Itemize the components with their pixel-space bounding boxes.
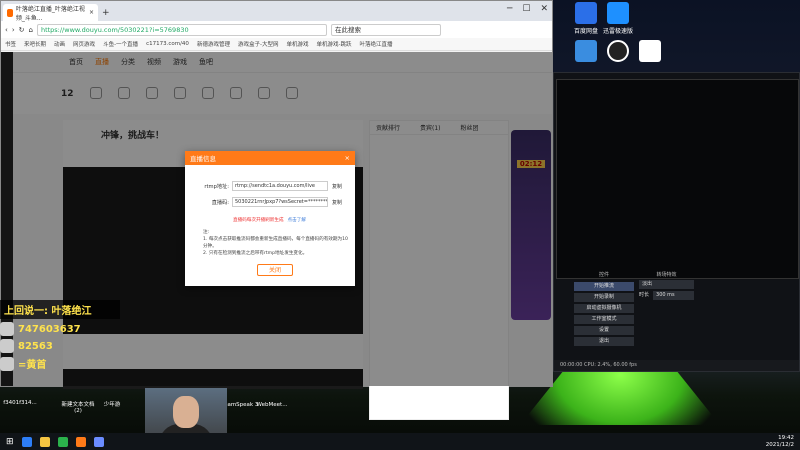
- code-field[interactable]: 5030221rnrJpxp7?wsSecret=**********: [232, 197, 328, 207]
- stream-info-dialog: 直播信息 × rtmp地址: rtmp://sendtc1a.douyu.com…: [185, 151, 355, 286]
- obs-controls: 控件 开始推流 开始录制 启动虚拟摄像机 工作室模式 设置 退出: [574, 271, 634, 348]
- avatar: [0, 356, 14, 371]
- search-input[interactable]: 在此搜索: [330, 23, 441, 36]
- avatar: [0, 339, 14, 353]
- virtual-camera-button[interactable]: 启动虚拟摄像机: [574, 304, 634, 313]
- rtmp-field[interactable]: rtmp://sendtc1a.douyu.com/live: [232, 181, 328, 191]
- obs-preview: [556, 79, 799, 279]
- bookmark-item[interactable]: 叶落绝江直播: [359, 40, 392, 48]
- desktop-file-label[interactable]: WebMeet...: [252, 402, 292, 408]
- rtmp-label: rtmp地址:: [204, 183, 229, 190]
- desktop-file-label[interactable]: 少年游: [92, 400, 132, 408]
- duration-input[interactable]: 300 ms: [653, 291, 694, 300]
- desktop-icon-app5[interactable]: [630, 40, 670, 64]
- start-stream-button[interactable]: 开始推流: [574, 282, 634, 291]
- bookmark-item[interactable]: 斗鱼-一个直播: [103, 40, 138, 48]
- start-record-button[interactable]: 开始录制: [574, 293, 634, 302]
- overlay-value: 82563: [18, 340, 53, 352]
- clock-date: 2021/12/2: [765, 442, 794, 448]
- copy-rtmp-button[interactable]: 复制: [332, 183, 342, 190]
- copy-code-button[interactable]: 复制: [332, 199, 342, 206]
- avatar: [0, 322, 14, 336]
- overlay-line: 82563: [0, 339, 120, 353]
- close-icon[interactable]: ×: [89, 9, 94, 16]
- code-label: 直播码:: [211, 199, 229, 206]
- edge-icon[interactable]: [21, 436, 32, 447]
- home-icon[interactable]: ⌂: [29, 26, 33, 34]
- close-window-icon[interactable]: ✕: [540, 4, 548, 14]
- new-tab-icon[interactable]: +: [102, 8, 110, 18]
- close-icon[interactable]: ×: [345, 154, 350, 162]
- taskbar: ⊞ 19:42 2021/12/2: [0, 433, 800, 450]
- bookmark-item[interactable]: 来吧长期: [24, 40, 46, 48]
- transition-select[interactable]: 淡出: [639, 280, 694, 289]
- person-face: [173, 396, 199, 428]
- obs-status-bar: 00:00:00 CPU: 2.4%, 60.00 fps: [554, 360, 799, 371]
- dialog-title: 直播信息: [190, 155, 216, 163]
- tab-bar: 叶落绝江直播_叶落绝江视频_斗鱼... × +: [1, 1, 552, 22]
- note-2: 2. 只有在检测到推流之后带有rtmp地址发生变化。: [203, 251, 308, 256]
- transitions-title: 转场特效: [656, 272, 677, 278]
- obs-transitions: 转场特效 淡出 时长 300 ms: [639, 271, 694, 300]
- douyu-favicon-icon: [7, 8, 13, 17]
- bookmark-item[interactable]: 书签: [5, 40, 16, 48]
- lightning-icon: [639, 40, 661, 62]
- note-1: 1. 每次点击获取推流码都会重新生成直播码，每个直播码的有效期为10分钟。: [203, 237, 348, 249]
- overlay-title: 上回说一: 叶落绝江: [0, 300, 120, 319]
- browser-tab[interactable]: 叶落绝江直播_叶落绝江视频_斗鱼... ×: [3, 4, 98, 22]
- xunlei-icon: [607, 2, 629, 24]
- folder-icon[interactable]: [39, 436, 50, 447]
- address-bar: ‹ › ↻ ⌂ https://www.douyu.com/5030221?i=…: [1, 21, 552, 38]
- refresh-icon[interactable]: ↻: [19, 26, 25, 34]
- system-clock[interactable]: 19:42 2021/12/2: [766, 435, 794, 449]
- minimize-icon[interactable]: ─: [507, 4, 512, 14]
- studio-mode-button[interactable]: 工作室模式: [574, 315, 634, 324]
- code-row: 直播码: 5030221rnrJpxp7?wsSecret=**********…: [203, 197, 342, 207]
- desktop-icon-label: 百度网盘: [573, 28, 598, 35]
- app-icon[interactable]: [93, 436, 104, 447]
- dialog-notes: 注: 1. 每次点击获取推流码都会重新生成直播码，每个直播码的有效期为10分钟。…: [203, 229, 348, 257]
- desktop-file-label[interactable]: f3401f314...: [0, 400, 40, 406]
- obs-window: 控件 开始推流 开始录制 启动虚拟摄像机 工作室模式 设置 退出 转场特效 淡出…: [553, 72, 800, 372]
- exit-button[interactable]: 退出: [574, 337, 634, 346]
- overlay-value: =黄首: [18, 360, 47, 371]
- bookmark-item[interactable]: c17173.com/40: [146, 41, 189, 47]
- dialog-header: 直播信息 ×: [185, 151, 355, 165]
- app-icon: [575, 40, 597, 62]
- close-button[interactable]: 关闭: [257, 264, 293, 276]
- bookmark-item[interactable]: 单机游戏: [286, 40, 308, 48]
- obs-icon: [607, 40, 629, 62]
- duration-label: 时长: [639, 292, 650, 298]
- desktop-icon-xunlei[interactable]: 迅雷极速版: [598, 2, 638, 35]
- overlay-line: =黄首: [0, 356, 120, 371]
- baidu-disk-icon: [575, 2, 597, 24]
- note-title: 注:: [203, 230, 210, 235]
- forward-icon[interactable]: ›: [12, 26, 15, 34]
- bookmark-item[interactable]: 游戏盒子-大型网: [238, 40, 279, 48]
- url-input[interactable]: https://www.douyu.com/5030221?i=5769830: [36, 23, 327, 36]
- bookmark-item[interactable]: 新德游戏管理: [197, 40, 230, 48]
- learn-more-link[interactable]: 点击了解: [288, 218, 306, 223]
- rtmp-row: rtmp地址: rtmp://sendtc1a.douyu.com/live 复…: [203, 181, 342, 191]
- stream-overlay: 上回说一: 叶落绝江 747603637 82563 =黄首: [0, 300, 120, 371]
- controls-title: 控件: [598, 272, 609, 278]
- bookmark-item[interactable]: 动画: [54, 40, 65, 48]
- windows-start-icon[interactable]: ⊞: [6, 437, 14, 447]
- settings-button[interactable]: 设置: [574, 326, 634, 335]
- tab-title: 叶落绝江直播_叶落绝江视频_斗鱼...: [15, 5, 85, 22]
- back-icon[interactable]: ‹: [5, 26, 8, 34]
- bookmark-item[interactable]: 单机游戏-跳跃: [316, 40, 351, 48]
- desktop-icon-label: 迅雷极速版: [602, 28, 633, 35]
- clock-time: 19:42: [778, 435, 794, 441]
- code-warning: 直播码每次开播刷新生成 点击了解: [233, 217, 306, 223]
- app-icon[interactable]: [57, 436, 68, 447]
- warning-text: 直播码每次开播刷新生成: [233, 218, 284, 223]
- bookmark-item[interactable]: 网页游戏: [73, 40, 95, 48]
- overlay-line: 747603637: [0, 322, 120, 336]
- overlay-value: 747603637: [18, 323, 81, 335]
- maximize-icon[interactable]: ☐: [522, 4, 530, 14]
- bookmarks-bar: 书签 来吧长期 动画 网页游戏 斗鱼-一个直播 c17173.com/40 新德…: [1, 38, 552, 51]
- window-controls: ─ ☐ ✕: [507, 4, 548, 14]
- douyu-icon[interactable]: [75, 436, 86, 447]
